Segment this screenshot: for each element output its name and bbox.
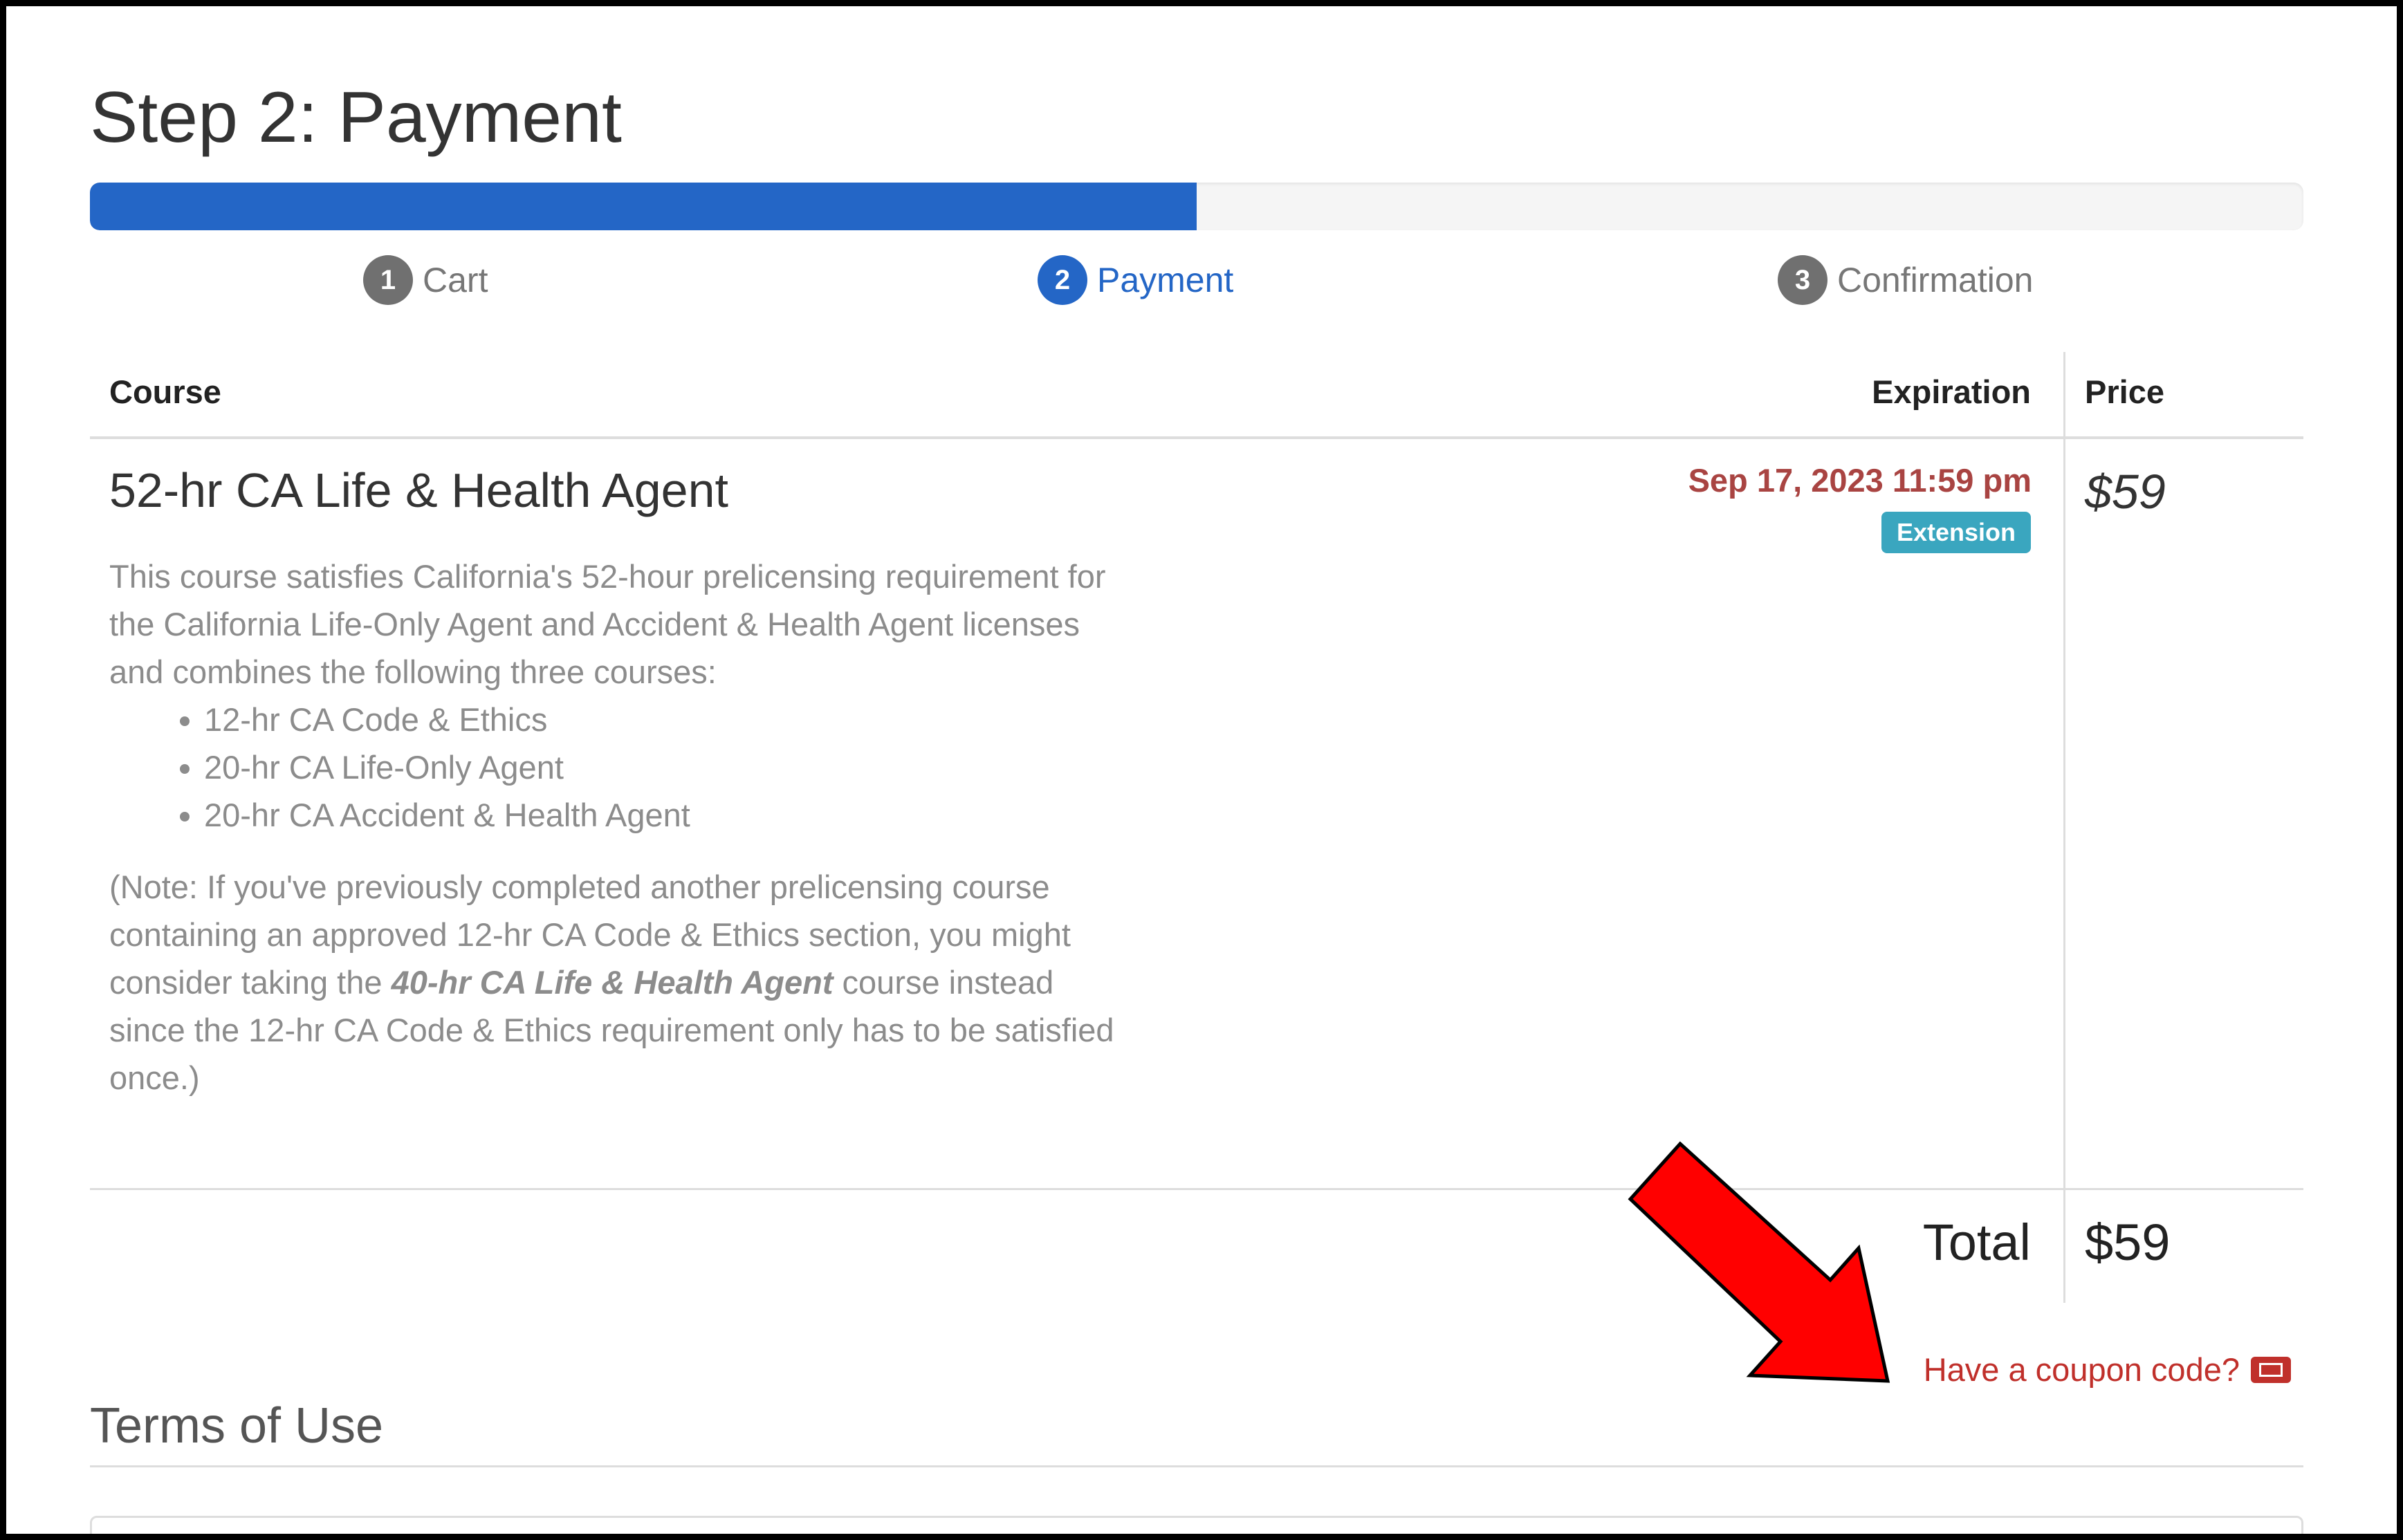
terms-of-use-heading: Terms of Use	[90, 1398, 384, 1454]
progress-bar-fill	[90, 183, 1197, 230]
step-confirmation: 3 Confirmation	[1778, 255, 2033, 305]
step-cart: 1 Cart	[363, 255, 488, 305]
step-number-badge: 1	[363, 255, 413, 305]
list-item: 20-hr CA Life-Only Agent	[204, 743, 1133, 791]
progress-bar	[90, 183, 2303, 230]
step-number-badge: 2	[1038, 255, 1087, 305]
list-item: 12-hr CA Code & Ethics	[204, 696, 1133, 743]
step-payment: 2 Payment	[1038, 255, 1233, 305]
price-column-divider	[2063, 352, 2065, 1303]
course-price: $59	[2085, 465, 2166, 519]
coupon-code-link[interactable]: Have a coupon code?	[1924, 1351, 2291, 1389]
included-courses-list: 12-hr CA Code & Ethics 20-hr CA Life-Onl…	[109, 696, 1133, 839]
annotation-arrow-icon	[1628, 1141, 1890, 1383]
course-description: This course satisfies California's 52-ho…	[109, 553, 1133, 1102]
extension-badge: Extension	[1881, 512, 2031, 553]
ticket-icon	[2251, 1356, 2291, 1383]
total-value: $59	[2085, 1214, 2171, 1271]
page-title: Step 2: Payment	[90, 77, 622, 158]
expiration-date: Sep 17, 2023 11:59 pm	[1688, 462, 2032, 499]
step-label: Cart	[423, 261, 488, 299]
column-header-course: Course	[109, 373, 221, 410]
course-title: 52-hr CA Life & Health Agent	[109, 463, 728, 517]
course-note: (Note: If you've previously completed an…	[109, 863, 1133, 1102]
column-header-price: Price	[2085, 373, 2164, 410]
coupon-code-label: Have a coupon code?	[1923, 1351, 2240, 1388]
table-row-divider	[90, 1188, 2303, 1190]
step-number-badge: 3	[1778, 255, 1827, 305]
terms-of-use-box[interactable]	[90, 1516, 2303, 1534]
list-item: 20-hr CA Accident & Health Agent	[204, 791, 1133, 839]
terms-divider	[90, 1465, 2303, 1467]
total-label: Total	[1922, 1214, 2031, 1271]
step-label: Confirmation	[1837, 261, 2034, 299]
screenshot-frame: Step 2: Payment 1 Cart 2 Payment 3 Confi…	[0, 0, 2403, 1540]
recommended-course-name: 40-hr CA Life & Health Agent	[391, 964, 834, 1001]
course-description-text: This course satisfies California's 52-ho…	[109, 558, 1106, 690]
column-header-expiration: Expiration	[1872, 373, 2031, 410]
step-label: Payment	[1097, 261, 1234, 299]
table-header-divider	[90, 436, 2303, 439]
